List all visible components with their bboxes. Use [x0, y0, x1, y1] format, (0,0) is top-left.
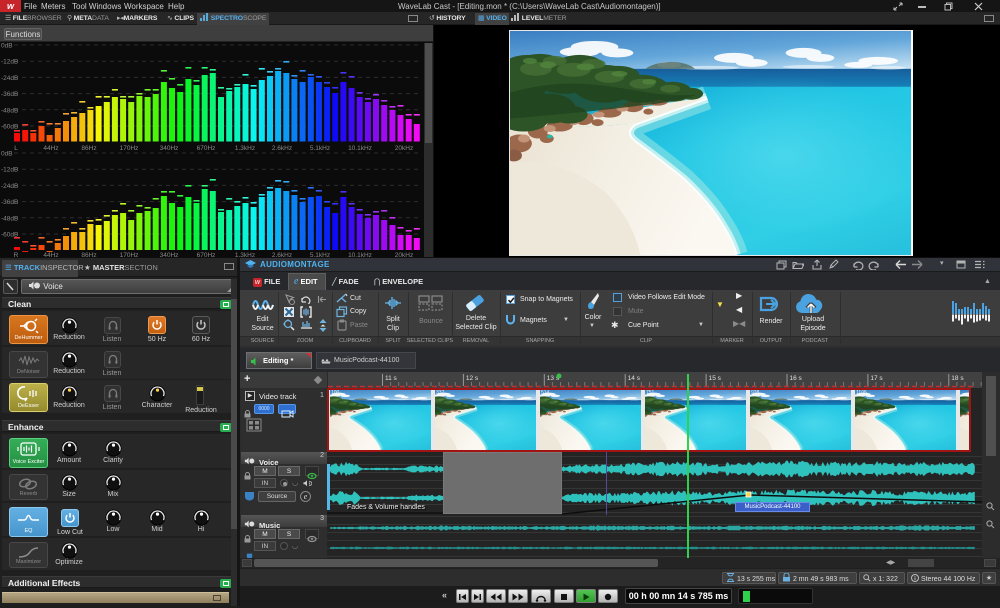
- svg-text:10.1kHz: 10.1kHz: [348, 145, 372, 152]
- svg-text:5.1kHz: 5.1kHz: [310, 145, 330, 152]
- svg-text:11 s: 11 s: [385, 375, 398, 382]
- svg-text:12 s: 12 s: [466, 375, 479, 382]
- svg-text:-60dB: -60dB: [1, 124, 18, 131]
- svg-text:14 s: 14 s: [628, 375, 641, 382]
- svg-text:170Hz: 170Hz: [120, 145, 139, 152]
- svg-text:-24dB: -24dB: [1, 183, 18, 190]
- svg-text:-24dB: -24dB: [1, 75, 18, 82]
- svg-text:1.3kHz: 1.3kHz: [235, 145, 255, 152]
- svg-text:-48dB: -48dB: [1, 107, 18, 114]
- svg-text:-36dB: -36dB: [1, 91, 18, 98]
- svg-text:17 s: 17 s: [870, 375, 883, 382]
- svg-text:L: L: [14, 145, 18, 152]
- svg-text:0dB: 0dB: [1, 43, 13, 50]
- svg-text:2.6kHz: 2.6kHz: [272, 145, 292, 152]
- svg-text:670Hz: 670Hz: [197, 145, 216, 152]
- svg-text:-36dB: -36dB: [1, 199, 18, 206]
- svg-text:-12dB: -12dB: [1, 167, 18, 174]
- svg-text:-48dB: -48dB: [1, 215, 18, 222]
- svg-text:18 s: 18 s: [951, 375, 964, 382]
- svg-text:20kHz: 20kHz: [395, 145, 413, 152]
- svg-text:-12dB: -12dB: [1, 59, 18, 66]
- svg-text:16 s: 16 s: [790, 375, 803, 382]
- svg-text:340Hz: 340Hz: [160, 145, 179, 152]
- svg-text:44Hz: 44Hz: [43, 145, 58, 152]
- svg-text:15 s: 15 s: [709, 375, 722, 382]
- svg-text:86Hz: 86Hz: [81, 145, 96, 152]
- svg-text:0dB: 0dB: [1, 151, 13, 158]
